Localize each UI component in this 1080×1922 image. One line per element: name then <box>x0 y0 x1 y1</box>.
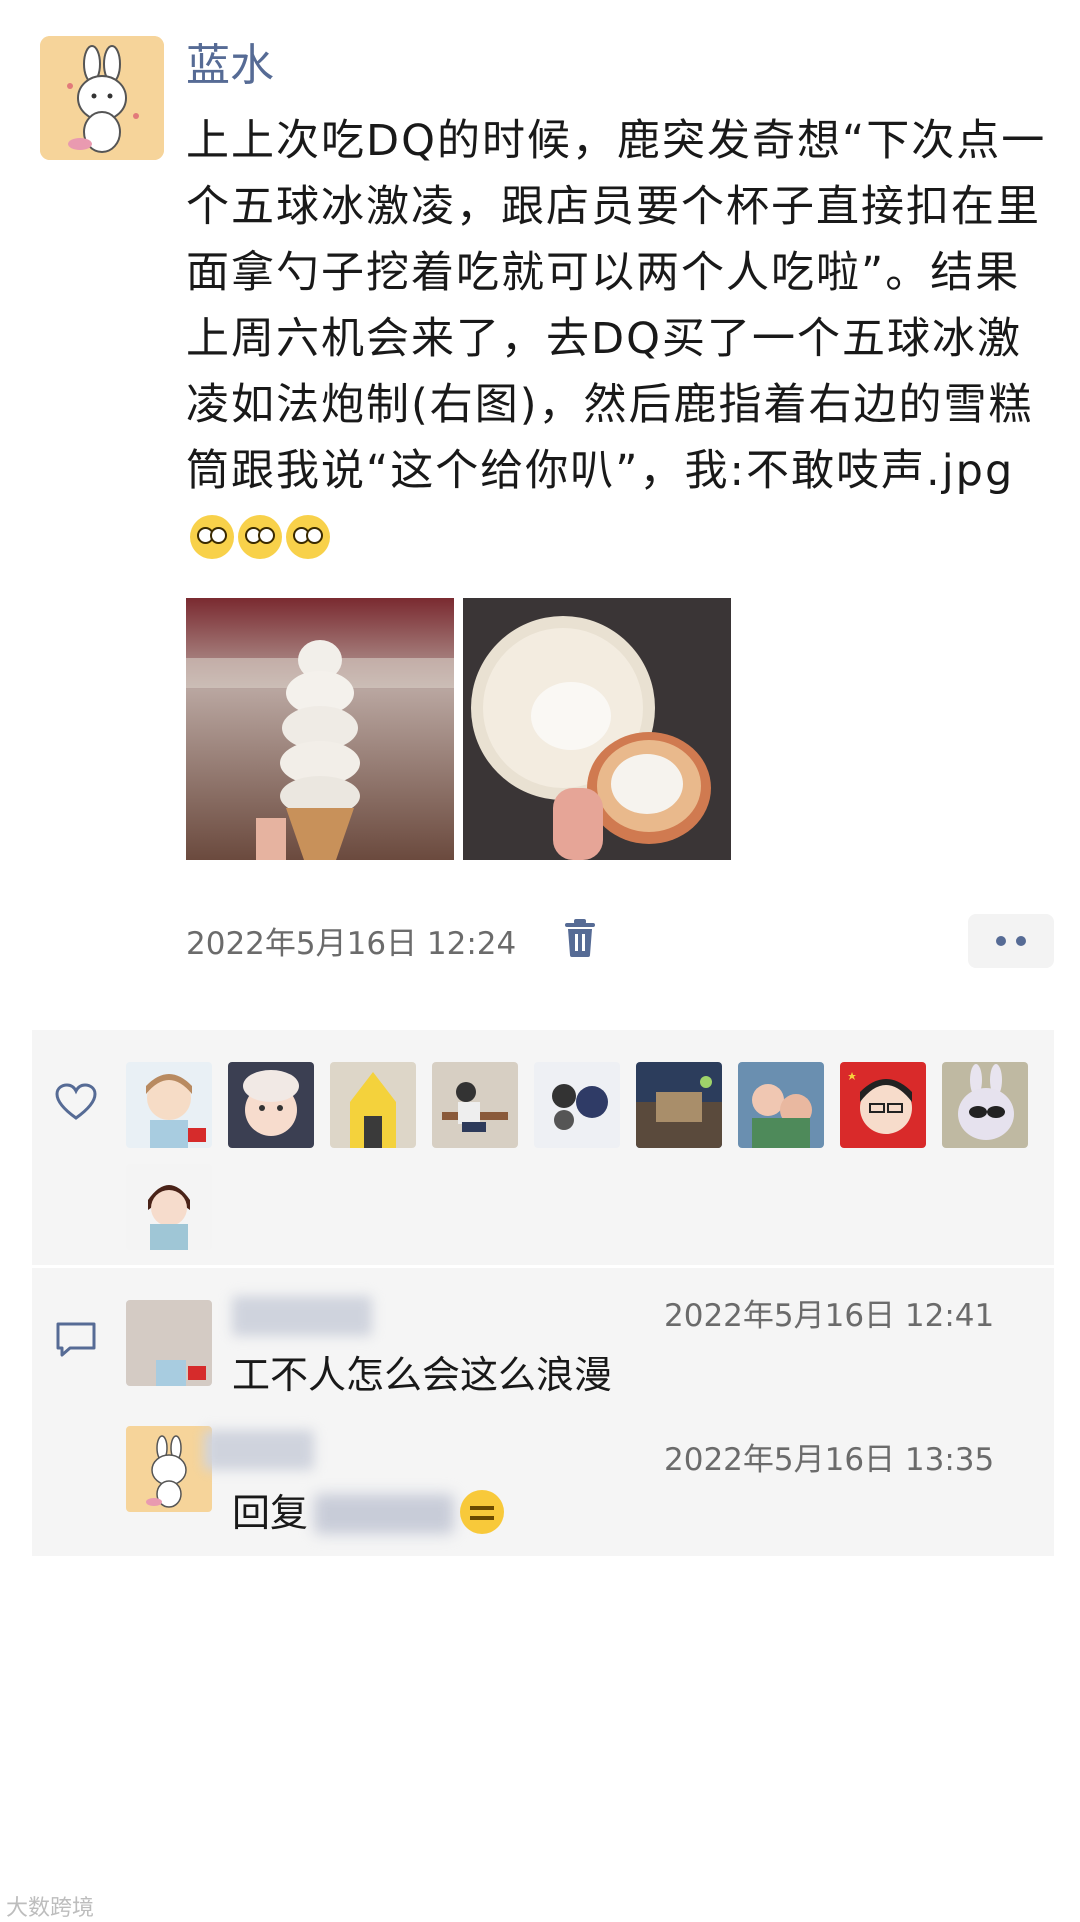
reply-target-redacted[interactable] <box>314 1494 455 1534</box>
heart-icon <box>54 1082 98 1122</box>
like-avatar[interactable] <box>228 1062 314 1148</box>
post-timestamp: 2022年5月16日 12:24 <box>186 926 517 962</box>
likes-panel <box>32 1030 1054 1265</box>
like-avatar[interactable] <box>126 1062 212 1148</box>
ice-cream-cone-photo[interactable] <box>186 598 454 860</box>
comment-time: 2022年5月16日 12:41 <box>664 1298 995 1334</box>
commenter-avatar[interactable] <box>126 1300 212 1386</box>
like-avatar[interactable] <box>636 1062 722 1148</box>
eye-roll-emoji-icon <box>190 515 234 559</box>
trash-icon[interactable] <box>563 918 597 958</box>
comment-bubble-icon <box>54 1320 98 1360</box>
commenter-name-redacted[interactable] <box>232 1296 372 1336</box>
more-dots-icon <box>1016 936 1026 946</box>
like-avatar[interactable] <box>942 1062 1028 1148</box>
author-avatar[interactable] <box>40 36 164 160</box>
commenter-avatar[interactable] <box>126 1426 212 1512</box>
comments-panel: 2022年5月16日 12:41 工不人怎么会这么浪漫 2022年5月16日 1… <box>32 1268 1054 1556</box>
comment-text: 回复 <box>232 1482 505 1537</box>
more-options-button[interactable] <box>968 914 1054 968</box>
like-avatar[interactable] <box>432 1062 518 1148</box>
like-avatar[interactable] <box>126 1164 212 1250</box>
watermark: 大数跨境 <box>6 1896 95 1921</box>
like-avatar[interactable] <box>840 1062 926 1148</box>
eye-roll-emoji-icon <box>238 515 282 559</box>
ice-cream-cup-photo[interactable] <box>463 598 731 860</box>
more-dots-icon <box>996 936 1006 946</box>
comment-time: 2022年5月16日 13:35 <box>664 1442 995 1478</box>
author-name[interactable]: 蓝水 <box>186 38 274 94</box>
eye-roll-emoji-icon <box>286 515 330 559</box>
commenter-name-redacted[interactable] <box>204 1430 314 1470</box>
like-avatar[interactable] <box>534 1062 620 1148</box>
reply-prefix: 回复 <box>232 1491 309 1535</box>
like-avatar[interactable] <box>738 1062 824 1148</box>
thinking-emoji-icon <box>460 1490 505 1534</box>
post-text: 上上次吃DQ的时候，鹿突发奇想“下次点一个五球冰激凌，跟店员要个杯子直接扣在里面… <box>186 108 1056 570</box>
comment-text: 工不人怎么会这么浪漫 <box>232 1353 613 1397</box>
post-body: 上上次吃DQ的时候，鹿突发奇想“下次点一个五球冰激凌，跟店员要个杯子直接扣在里面… <box>186 116 1047 496</box>
like-avatar[interactable] <box>330 1062 416 1148</box>
